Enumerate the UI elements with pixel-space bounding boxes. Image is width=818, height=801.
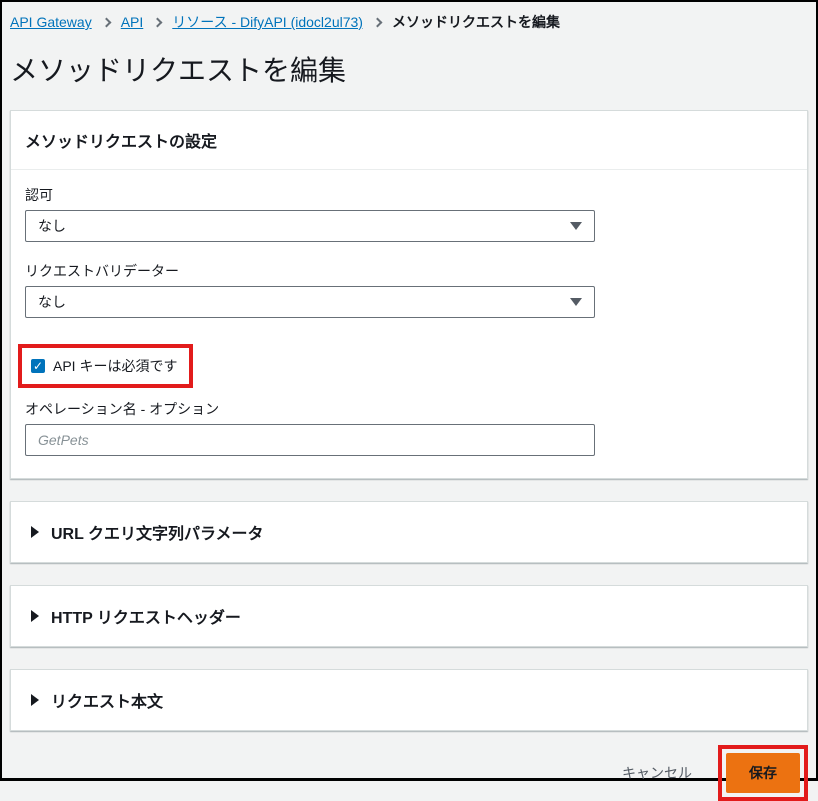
page-content: API Gateway API リソース - DifyAPI (idocl2ul… <box>2 12 816 801</box>
request-validator-label: リクエストバリデーター <box>25 262 793 280</box>
breadcrumb-link-resources[interactable]: リソース - DifyAPI (idocl2ul73) <box>172 12 363 32</box>
breadcrumb-current: メソッドリクエストを編集 <box>392 12 560 32</box>
section-request-body-title: リクエスト本文 <box>51 688 163 712</box>
authorization-select[interactable]: なし <box>25 210 595 242</box>
settings-card-body: 認可 なし リクエストバリデーター なし ✓ API キーは必 <box>11 170 807 478</box>
request-validator-field: リクエストバリデーター なし <box>25 262 793 318</box>
chevron-right-icon <box>373 17 383 27</box>
breadcrumb-link-api[interactable]: API <box>121 14 144 30</box>
section-request-body[interactable]: リクエスト本文 <box>10 669 808 731</box>
breadcrumb: API Gateway API リソース - DifyAPI (idocl2ul… <box>10 12 808 32</box>
footer-actions: キャンセル 保存 <box>10 745 808 801</box>
chevron-right-icon <box>101 17 111 27</box>
settings-card-title: メソッドリクエストの設定 <box>11 111 807 170</box>
request-validator-select[interactable]: なし <box>25 286 595 318</box>
authorization-label: 認可 <box>25 186 793 204</box>
authorization-field: 認可 なし <box>25 186 793 242</box>
cancel-button[interactable]: キャンセル <box>622 763 692 783</box>
checkmark-icon: ✓ <box>33 360 43 372</box>
operation-name-field: オペレーション名 - オプション <box>25 400 793 456</box>
save-button[interactable]: 保存 <box>726 753 800 793</box>
operation-name-input[interactable] <box>25 424 595 456</box>
caret-right-icon <box>31 694 39 706</box>
annotation-highlight-save: 保存 <box>718 745 808 801</box>
caret-right-icon <box>31 610 39 622</box>
api-key-required-label: API キーは必須です <box>53 356 177 376</box>
request-validator-select-value: なし <box>38 292 66 312</box>
annotation-highlight-api-key: ✓ API キーは必須です <box>18 344 193 388</box>
caret-right-icon <box>31 526 39 538</box>
breadcrumb-link-api-gateway[interactable]: API Gateway <box>10 14 92 30</box>
caret-down-icon <box>570 298 582 306</box>
section-http-request-headers[interactable]: HTTP リクエストヘッダー <box>10 585 808 647</box>
authorization-select-value: なし <box>38 216 66 236</box>
operation-name-label: オペレーション名 - オプション <box>25 400 793 418</box>
caret-down-icon <box>570 222 582 230</box>
chevron-right-icon <box>153 17 163 27</box>
api-key-required-checkbox[interactable]: ✓ <box>31 359 45 373</box>
section-url-query-params-title: URL クエリ文字列パラメータ <box>51 520 264 544</box>
page-title: メソッドリクエストを編集 <box>10 54 808 88</box>
api-key-required-row[interactable]: ✓ API キーは必須です <box>31 356 177 376</box>
method-request-settings-card: メソッドリクエストの設定 認可 なし リクエストバリデーター なし <box>10 110 808 479</box>
section-url-query-params[interactable]: URL クエリ文字列パラメータ <box>10 501 808 563</box>
section-http-request-headers-title: HTTP リクエストヘッダー <box>51 604 241 628</box>
